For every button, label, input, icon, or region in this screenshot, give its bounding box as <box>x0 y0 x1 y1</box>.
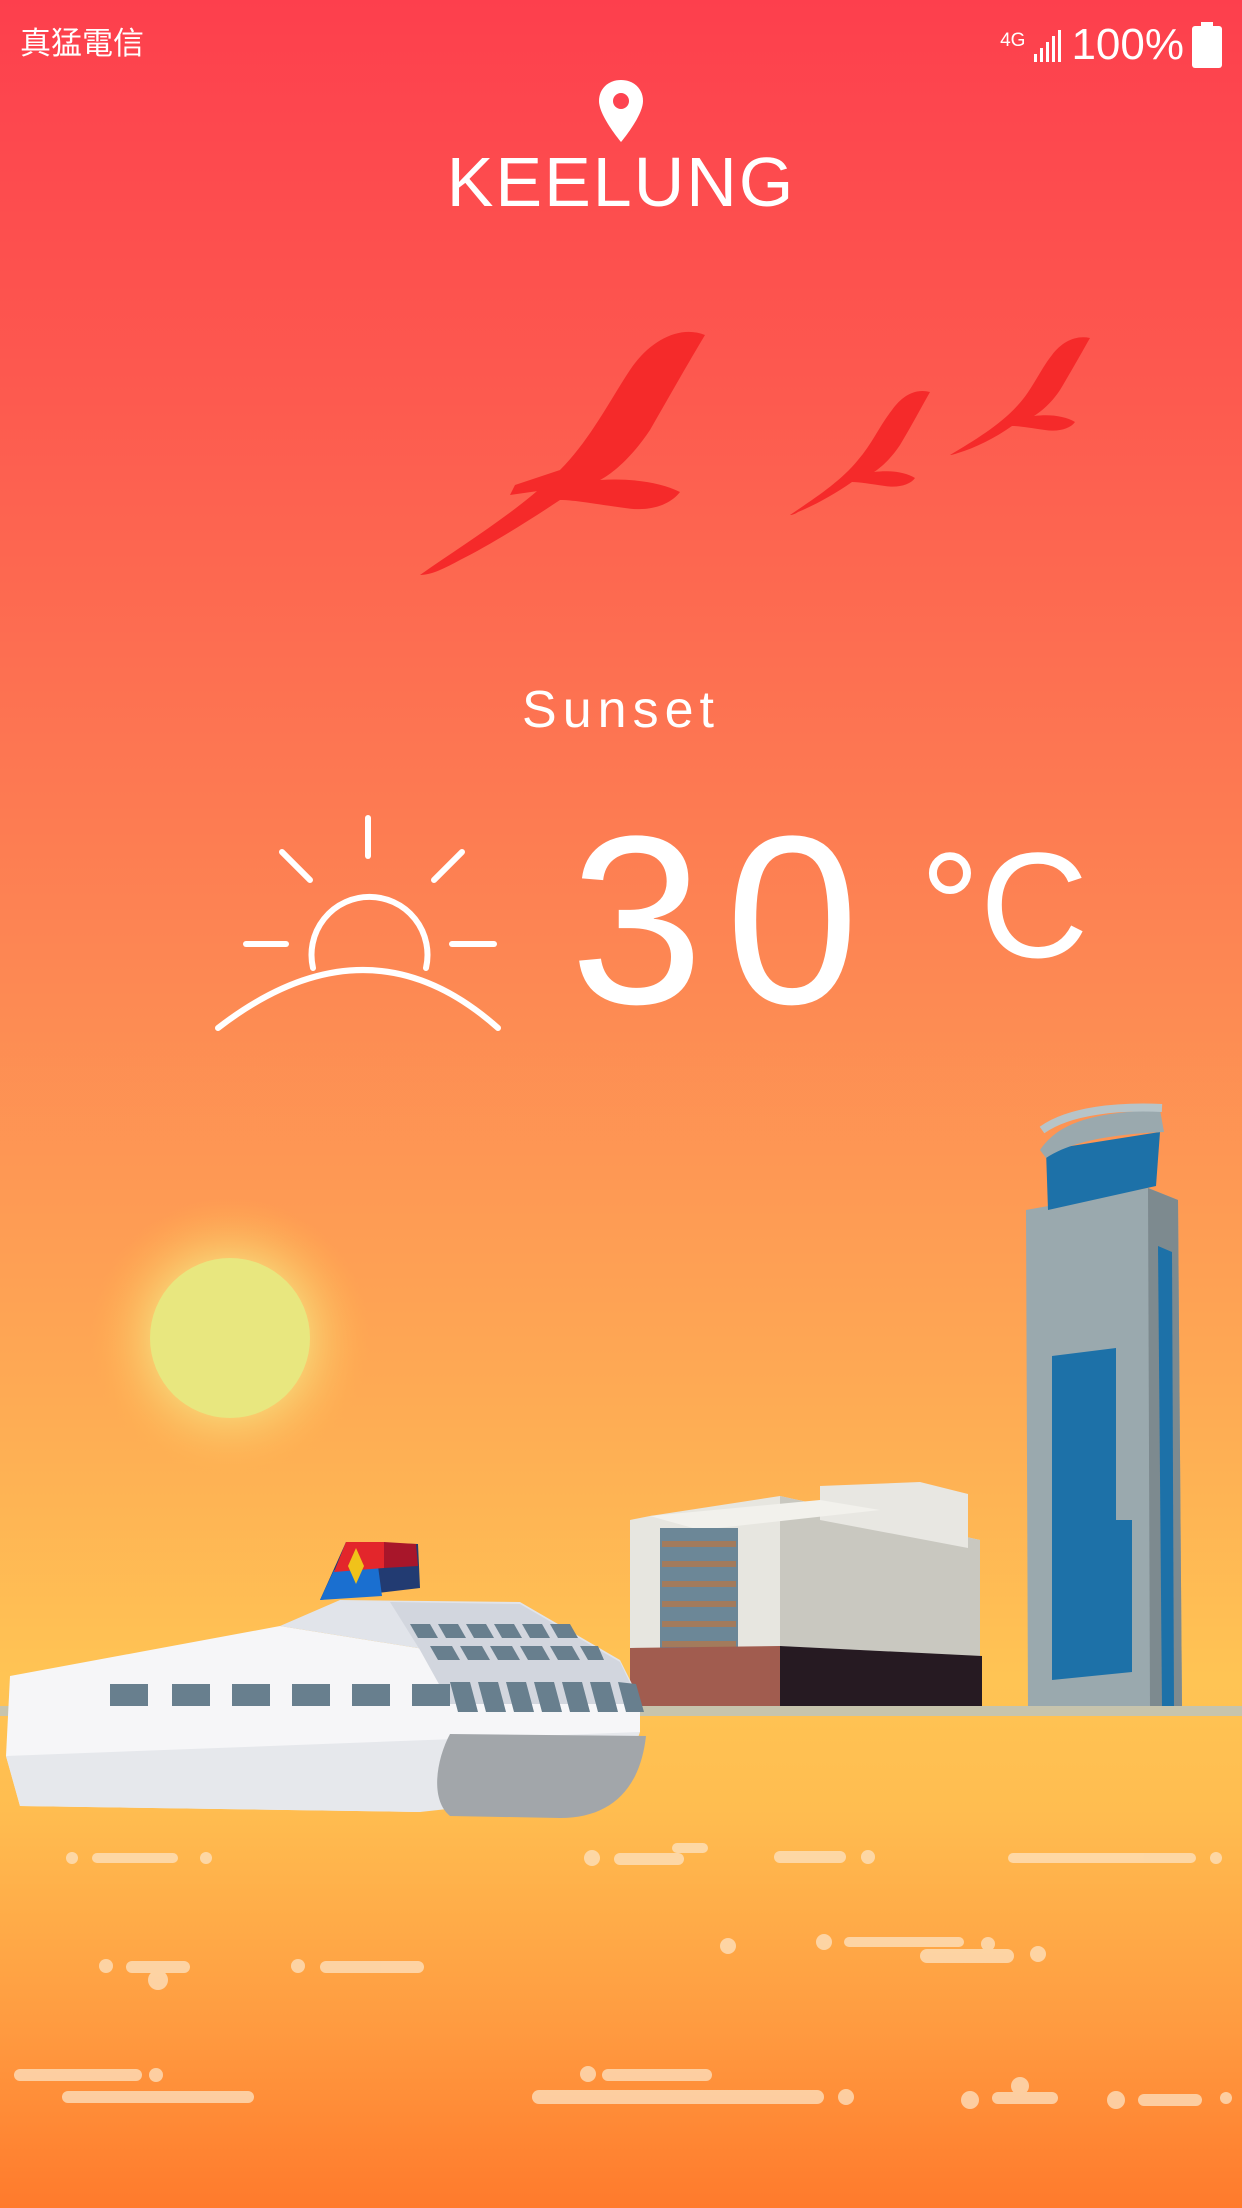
water-streaks <box>14 1843 1232 2109</box>
tower-building <box>1026 1103 1182 1708</box>
terminal-building <box>630 1482 982 1708</box>
weather-screen: 真猛電信 4G 100% KEELUNG Sunset 30 °C <box>0 0 1242 2208</box>
harbor-illustration <box>0 1103 1242 2109</box>
sun <box>150 1258 310 1418</box>
ferry-ship <box>6 1542 646 1818</box>
